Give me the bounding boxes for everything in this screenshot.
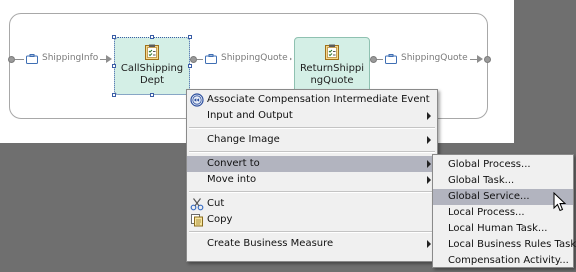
menu-item-change-image[interactable]: Change Image <box>187 132 437 148</box>
submenu-item-global-service[interactable]: Global Service... <box>433 189 573 205</box>
submenu-item-label: Local Business Rules Task... <box>448 239 576 250</box>
menu-item-label: Input and Output <box>207 110 293 121</box>
flow-label-shipping-quote-output[interactable]: ShippingQuote <box>383 53 470 64</box>
submenu-item-local-business-rules-task[interactable]: Local Business Rules Task... <box>433 237 576 253</box>
arrow-head <box>477 55 483 63</box>
menu-item-cut[interactable]: Cut <box>187 196 437 212</box>
submenu-arrow-icon <box>427 176 431 184</box>
submenu-arrow-icon <box>427 112 431 120</box>
submenu-item-local-process[interactable]: Local Process... <box>433 205 573 221</box>
menu-item-move-into[interactable]: Move into <box>187 172 437 188</box>
task-call-shipping-dept[interactable]: CallShipping Dept <box>114 37 190 95</box>
flow-label-text: ShippingQuote <box>401 53 468 63</box>
context-menu: Associate Compensation Intermediate Even… <box>186 89 438 262</box>
end-port[interactable] <box>484 56 491 63</box>
submenu-item-label: Global Process... <box>448 159 531 170</box>
menu-item-label: Create Business Measure <box>207 238 334 249</box>
flow-label-shipping-quote[interactable]: ShippingQuote <box>203 53 290 64</box>
resize-handle-w[interactable] <box>112 64 116 68</box>
task-label: CallShipping Dept <box>120 63 184 86</box>
menu-item-convert-to[interactable]: Convert to <box>187 156 437 172</box>
resize-handle-ne[interactable] <box>188 35 192 39</box>
task-return-shipping-quote[interactable]: ReturnShippi ngQuote <box>294 37 370 95</box>
flow-label-text: ShippingQuote <box>221 53 288 63</box>
submenu-item-local-human-task[interactable]: Local Human Task... <box>433 221 573 237</box>
submenu-arrow-icon <box>427 160 431 168</box>
menu-item-label: Copy <box>207 214 233 225</box>
submenu-item-global-task[interactable]: Global Task... <box>433 173 573 189</box>
menu-separator <box>189 151 435 153</box>
menu-item-input-output[interactable]: Input and Output <box>187 108 437 124</box>
submenu-arrow-icon <box>427 240 431 248</box>
briefcase-icon <box>26 53 38 64</box>
resize-handle-e[interactable] <box>188 64 192 68</box>
submenu-item-global-process[interactable]: Global Process... <box>433 157 573 173</box>
briefcase-icon <box>385 53 397 64</box>
menu-item-create-business-measure[interactable]: Create Business Measure <box>187 236 437 252</box>
clipboard-icon <box>145 44 159 60</box>
submenu-item-label: Global Service... <box>448 191 530 202</box>
submenu-arrow-icon <box>427 136 431 144</box>
menu-item-label: Convert to <box>207 158 260 169</box>
menu-separator <box>189 127 435 129</box>
submenu-item-label: Local Human Task... <box>448 223 548 234</box>
input-port[interactable] <box>8 56 15 63</box>
menu-separator <box>189 231 435 233</box>
scissors-icon <box>190 197 204 211</box>
submenu-item-label: Local Process... <box>448 207 525 218</box>
menu-item-label: Move into <box>207 174 257 185</box>
flow-label-text: ShippingInfo <box>42 53 99 63</box>
flow-label-shipping-info[interactable]: ShippingInfo <box>24 53 101 64</box>
resize-handle-n[interactable] <box>150 35 154 39</box>
output-port[interactable] <box>190 56 197 63</box>
compensation-event-icon <box>190 93 204 107</box>
briefcase-icon <box>205 53 217 64</box>
menu-item-copy[interactable]: Copy <box>187 212 437 228</box>
menu-item-label: Cut <box>207 198 225 209</box>
arrow-head <box>106 55 112 63</box>
submenu-item-label: Compensation Activity... <box>448 255 569 266</box>
menu-item-label: Associate Compensation Intermediate Even… <box>207 94 430 105</box>
task-label: ReturnShippi ngQuote <box>299 63 365 86</box>
mouse-pointer-icon <box>553 191 567 212</box>
submenu-item-compensation-activity[interactable]: Compensation Activity... <box>433 253 573 269</box>
menu-item-label: Change Image <box>207 134 280 145</box>
menu-item-associate-compensation[interactable]: Associate Compensation Intermediate Even… <box>187 92 437 108</box>
menu-separator <box>189 191 435 193</box>
copy-icon <box>190 213 204 227</box>
clipboard-icon <box>325 44 339 60</box>
output-port[interactable] <box>370 56 377 63</box>
resize-handle-sw[interactable] <box>112 93 116 97</box>
submenu-item-label: Global Task... <box>448 175 515 186</box>
resize-handle-s[interactable] <box>150 93 154 97</box>
resize-handle-nw[interactable] <box>112 35 116 39</box>
